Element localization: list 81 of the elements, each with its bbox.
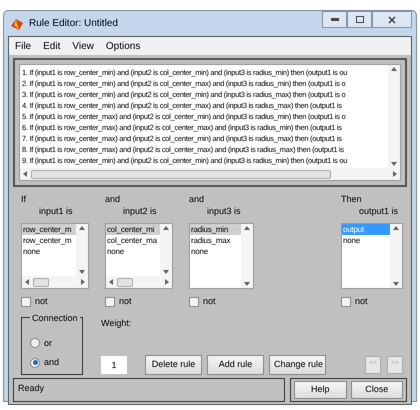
scroll-right-icon[interactable] bbox=[393, 171, 397, 177]
footer-button[interactable]: Help bbox=[294, 380, 346, 398]
scroll-up-icon[interactable] bbox=[79, 226, 85, 230]
scroll-down-icon[interactable] bbox=[393, 282, 399, 286]
checkbox[interactable] bbox=[189, 296, 199, 307]
rule-button[interactable]: Delete rule bbox=[145, 354, 202, 374]
scroll-down-icon[interactable] bbox=[79, 270, 85, 274]
list-item[interactable]: row_center_m bbox=[22, 235, 76, 246]
scroll-up-icon[interactable] bbox=[163, 226, 169, 230]
listbox[interactable]: row_center_m row_center_m none bbox=[21, 223, 89, 289]
scroll-up-icon[interactable] bbox=[393, 226, 399, 230]
minimize-button[interactable] bbox=[322, 11, 347, 28]
list-item[interactable]: none bbox=[342, 235, 390, 246]
not-checkbox[interactable]: not bbox=[341, 295, 403, 308]
list-item[interactable]: row_center_m bbox=[22, 224, 76, 235]
menu-item[interactable]: View bbox=[72, 38, 94, 54]
list-item[interactable]: none bbox=[190, 246, 241, 257]
minimize-icon bbox=[330, 18, 338, 21]
list-item[interactable]: col_center_ma bbox=[106, 235, 160, 246]
scrollbar[interactable] bbox=[388, 65, 400, 168]
variable-label: output1 is bbox=[358, 205, 400, 217]
menu-item[interactable]: Options bbox=[106, 38, 140, 54]
scrollbar[interactable] bbox=[160, 224, 172, 276]
status-text: Ready bbox=[18, 382, 44, 395]
scrollbar[interactable] bbox=[20, 168, 400, 180]
scroll-thumb[interactable] bbox=[117, 278, 133, 286]
scroll-up-icon[interactable] bbox=[391, 67, 397, 71]
scroll-right-icon[interactable] bbox=[165, 279, 169, 285]
variable-label: input1 is bbox=[38, 205, 74, 217]
not-checkbox[interactable]: not bbox=[21, 295, 89, 308]
scroll-left-icon[interactable] bbox=[23, 171, 27, 177]
close-icon bbox=[388, 16, 396, 24]
connector-label: and bbox=[105, 193, 122, 205]
radio[interactable] bbox=[30, 338, 40, 348]
connector-label: If bbox=[21, 193, 28, 205]
not-checkbox[interactable]: not bbox=[105, 295, 173, 308]
checkbox[interactable] bbox=[21, 296, 31, 307]
rule-button[interactable]: Add rule bbox=[207, 354, 264, 374]
list-item[interactable]: radius_max bbox=[190, 235, 241, 246]
window-title: Rule Editor: Untitled bbox=[29, 17, 119, 31]
radio[interactable] bbox=[30, 358, 40, 368]
menu-item[interactable]: File bbox=[15, 38, 32, 54]
scrollbar[interactable] bbox=[241, 224, 253, 288]
close-button[interactable] bbox=[372, 11, 412, 28]
not-checkbox[interactable]: not bbox=[189, 295, 254, 308]
scroll-thumb[interactable] bbox=[33, 278, 49, 286]
list-item[interactable]: none bbox=[22, 246, 76, 257]
variable-label: input2 is bbox=[122, 205, 158, 217]
listbox[interactable]: radius_min radius_max none bbox=[189, 223, 254, 289]
scroll-thumb[interactable] bbox=[31, 170, 331, 178]
footer-button[interactable]: Close bbox=[350, 380, 403, 398]
maximize-icon bbox=[356, 16, 364, 23]
variable-label: input3 is bbox=[206, 205, 242, 217]
scrollbar[interactable] bbox=[22, 276, 88, 288]
weight-field[interactable]: 1 bbox=[101, 356, 127, 374]
listbox[interactable]: output none bbox=[341, 223, 403, 289]
connector-label: and bbox=[189, 193, 206, 205]
scrollbar[interactable] bbox=[106, 276, 172, 288]
connector-label: Then bbox=[341, 193, 363, 205]
scroll-up-icon[interactable] bbox=[244, 226, 250, 230]
scrollbar[interactable] bbox=[76, 224, 88, 276]
scroll-left-icon[interactable] bbox=[109, 279, 113, 285]
maximize-button[interactable] bbox=[347, 11, 372, 28]
listbox[interactable]: col_center_mi col_center_ma none bbox=[105, 223, 173, 289]
scrollbar[interactable] bbox=[390, 224, 402, 288]
scroll-right-icon[interactable] bbox=[81, 279, 85, 285]
scroll-down-icon[interactable] bbox=[391, 162, 397, 166]
list-item[interactable]: none bbox=[106, 246, 160, 257]
checkbox[interactable] bbox=[341, 296, 351, 307]
scroll-left-icon[interactable] bbox=[25, 279, 29, 285]
menu-item[interactable]: Edit bbox=[43, 38, 60, 54]
radio-option[interactable]: and bbox=[30, 356, 82, 370]
scroll-down-icon[interactable] bbox=[244, 282, 250, 286]
rule-button[interactable]: Change rule bbox=[269, 354, 326, 374]
app-icon bbox=[10, 16, 24, 30]
checkbox[interactable] bbox=[105, 296, 115, 307]
weight-label: Weight: bbox=[101, 316, 132, 330]
list-item[interactable]: col_center_mi bbox=[106, 224, 160, 235]
list-item[interactable]: radius_min bbox=[190, 224, 241, 235]
scroll-down-icon[interactable] bbox=[163, 270, 169, 274]
radio-option[interactable]: or bbox=[30, 336, 82, 350]
